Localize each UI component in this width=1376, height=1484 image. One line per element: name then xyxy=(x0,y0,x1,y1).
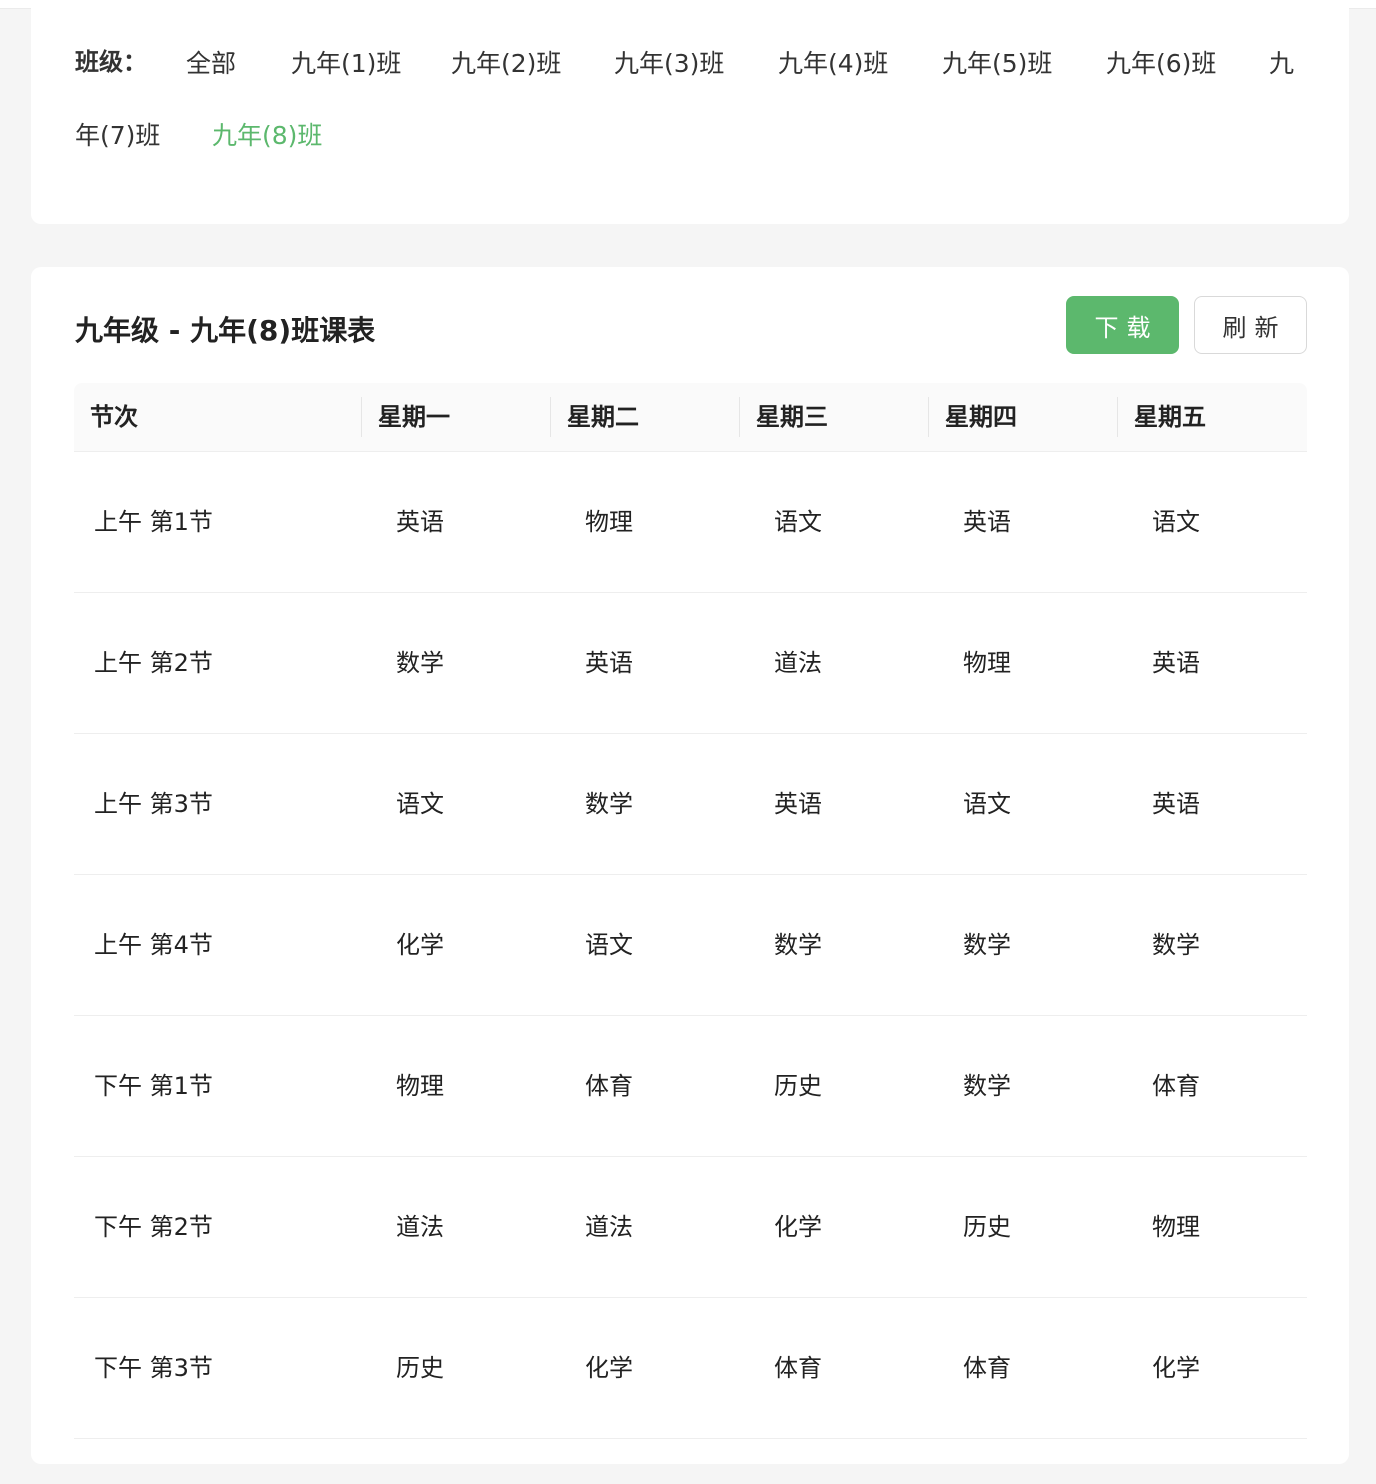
table-row: 上午 第4节 化学 语文 数学 数学 数学 xyxy=(74,875,1307,1016)
subject-cell: 数学 xyxy=(963,931,1011,959)
col-header-monday: 星期一 xyxy=(378,403,450,431)
table-body: 上午 第1节 英语 物理 语文 英语 语文 上午 第2节 数学 英语 道法 物理 英语 上午 第3节 语文… xyxy=(74,452,1307,1439)
class-option-8-selected[interactable]: 九年(8)班 xyxy=(212,116,322,152)
subject-cell: 历史 xyxy=(774,1072,822,1100)
class-filter-label: 班级： xyxy=(75,48,147,76)
period-cell: 上午 第2节 xyxy=(94,649,213,677)
col-header-friday: 星期五 xyxy=(1134,403,1206,431)
class-option-3[interactable]: 九年(3)班 xyxy=(614,44,724,80)
subject-cell: 化学 xyxy=(1152,1354,1200,1382)
schedule-title: 九年级 - 九年(8)班课表 xyxy=(75,314,376,347)
subject-cell: 语文 xyxy=(585,931,633,959)
subject-cell: 道法 xyxy=(396,1213,444,1241)
subject-cell: 英语 xyxy=(1152,649,1200,677)
class-option-5[interactable]: 九年(5)班 xyxy=(942,44,1052,80)
period-cell: 上午 第4节 xyxy=(94,931,213,959)
subject-cell: 数学 xyxy=(585,790,633,818)
period-cell: 上午 第1节 xyxy=(94,508,213,536)
subject-cell: 语文 xyxy=(774,508,822,536)
refresh-button[interactable]: 刷新 xyxy=(1194,296,1307,354)
period-cell: 下午 第1节 xyxy=(94,1072,213,1100)
header-divider xyxy=(928,397,929,437)
subject-cell: 语文 xyxy=(396,790,444,818)
subject-cell: 历史 xyxy=(963,1213,1011,1241)
subject-cell: 物理 xyxy=(585,508,633,536)
class-option-all[interactable]: 全部 xyxy=(186,44,236,80)
schedule-table: 节次 星期一 星期二 星期三 星期四 星期五 上午 第1节 英语 物理 语文 英语 语文上… xyxy=(74,383,1307,1439)
subject-cell: 道法 xyxy=(585,1213,633,1241)
class-option-7-part1[interactable]: 九 xyxy=(1269,44,1294,80)
table-row: 上午 第1节 英语 物理 语文 英语 语文 xyxy=(74,452,1307,593)
col-header-period: 节次 xyxy=(90,403,138,431)
subject-cell: 化学 xyxy=(774,1213,822,1241)
download-button[interactable]: 下载 xyxy=(1066,296,1179,354)
subject-cell: 英语 xyxy=(585,649,633,677)
table-row: 下午 第1节 物理 体育 历史 数学 体育 xyxy=(74,1016,1307,1157)
header-divider xyxy=(361,397,362,437)
subject-cell: 化学 xyxy=(396,931,444,959)
col-header-wednesday: 星期三 xyxy=(756,403,828,431)
header-divider xyxy=(739,397,740,437)
subject-cell: 化学 xyxy=(585,1354,633,1382)
subject-cell: 体育 xyxy=(585,1072,633,1100)
col-header-tuesday: 星期二 xyxy=(567,403,639,431)
subject-cell: 数学 xyxy=(963,1072,1011,1100)
subject-cell: 道法 xyxy=(774,649,822,677)
table-row: 下午 第3节 历史 化学 体育 体育 化学 xyxy=(74,1298,1307,1439)
subject-cell: 英语 xyxy=(396,508,444,536)
subject-cell: 英语 xyxy=(1152,790,1200,818)
period-cell: 下午 第2节 xyxy=(94,1213,213,1241)
table-header: 节次 星期一 星期二 星期三 星期四 星期五 xyxy=(74,383,1307,452)
subject-cell: 体育 xyxy=(963,1354,1011,1382)
subject-cell: 物理 xyxy=(963,649,1011,677)
header-divider xyxy=(1117,397,1118,437)
class-option-2[interactable]: 九年(2)班 xyxy=(451,44,561,80)
period-cell: 下午 第3节 xyxy=(94,1354,213,1382)
header-divider xyxy=(550,397,551,437)
table-row: 上午 第2节 数学 英语 道法 物理 英语 xyxy=(74,593,1307,734)
class-option-1[interactable]: 九年(1)班 xyxy=(291,44,401,80)
schedule-card: 九年级 - 九年(8)班课表 下载 刷新 节次 星期一 星期二 星期三 星期四 … xyxy=(31,267,1349,1464)
period-cell: 上午 第3节 xyxy=(94,790,213,818)
subject-cell: 数学 xyxy=(1152,931,1200,959)
class-filter-card: 班级： 全部 九年(1)班 九年(2)班 九年(3)班 九年(4)班 九年(5)… xyxy=(31,0,1349,224)
subject-cell: 体育 xyxy=(774,1354,822,1382)
subject-cell: 数学 xyxy=(774,931,822,959)
subject-cell: 物理 xyxy=(1152,1213,1200,1241)
subject-cell: 体育 xyxy=(1152,1072,1200,1100)
subject-cell: 英语 xyxy=(963,508,1011,536)
subject-cell: 历史 xyxy=(396,1354,444,1382)
subject-cell: 数学 xyxy=(396,649,444,677)
class-option-7-part2[interactable]: 年(7)班 xyxy=(75,116,160,152)
subject-cell: 物理 xyxy=(396,1072,444,1100)
col-header-thursday: 星期四 xyxy=(945,403,1017,431)
class-option-6[interactable]: 九年(6)班 xyxy=(1106,44,1216,80)
subject-cell: 英语 xyxy=(774,790,822,818)
subject-cell: 语文 xyxy=(963,790,1011,818)
subject-cell: 语文 xyxy=(1152,508,1200,536)
table-row: 下午 第2节 道法 道法 化学 历史 物理 xyxy=(74,1157,1307,1298)
table-row: 上午 第3节 语文 数学 英语 语文 英语 xyxy=(74,734,1307,875)
class-option-4[interactable]: 九年(4)班 xyxy=(778,44,888,80)
